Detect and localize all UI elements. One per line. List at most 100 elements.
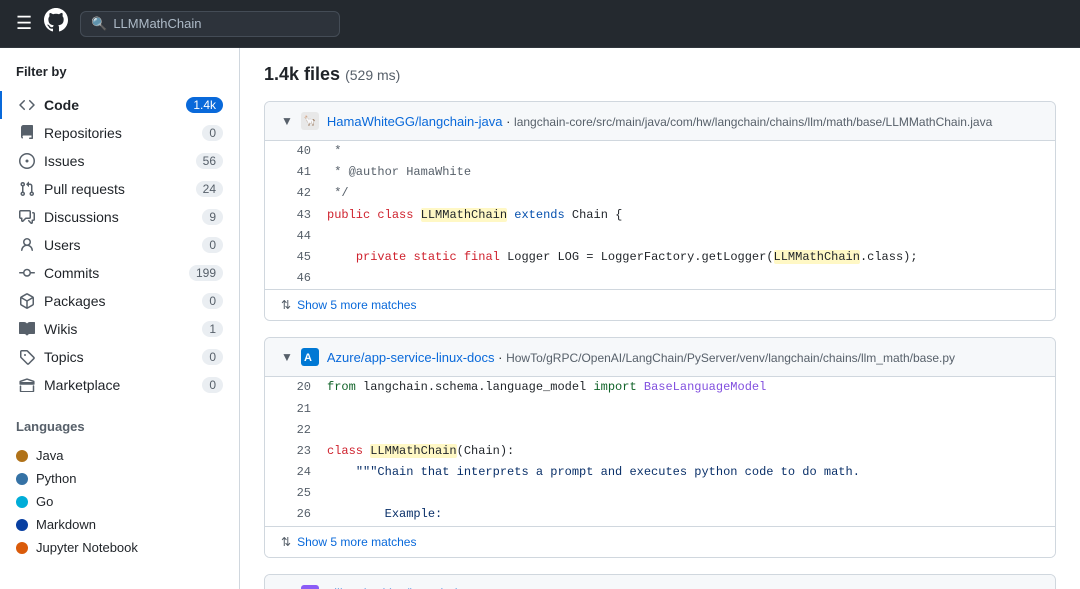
sidebar-item-code-count: 1.4k bbox=[186, 97, 223, 113]
repo-link-1[interactable]: HamaWhiteGG/langchain-java bbox=[327, 114, 503, 129]
code-icon bbox=[18, 97, 36, 113]
github-logo[interactable] bbox=[44, 8, 68, 39]
search-input[interactable] bbox=[113, 16, 329, 31]
results-header: 1.4k files (529 ms) bbox=[264, 64, 1056, 85]
repo-link-2[interactable]: Azure/app-service-linux-docs bbox=[327, 350, 495, 365]
show-more-1[interactable]: ⇅ Show 5 more matches bbox=[265, 289, 1055, 320]
result-card-2: ▼ A Azure/app-service-linux-docs · HowTo… bbox=[264, 337, 1056, 557]
sidebar-item-topics-label: Topics bbox=[44, 349, 194, 365]
code-line-2-24: 24 """Chain that interprets a prompt and… bbox=[265, 462, 1055, 483]
sidebar-item-commits-count: 199 bbox=[189, 265, 223, 281]
result-card-header-2: ▼ A Azure/app-service-linux-docs · HowTo… bbox=[265, 338, 1055, 377]
marketplace-icon bbox=[18, 377, 36, 393]
sidebar-item-issues[interactable]: Issues 56 bbox=[0, 147, 239, 175]
go-label: Go bbox=[36, 494, 53, 509]
svg-text:A: A bbox=[304, 352, 312, 364]
show-more-icon-2: ⇅ bbox=[281, 535, 291, 549]
sidebar-item-wikis-count: 1 bbox=[202, 321, 223, 337]
discussion-icon bbox=[18, 209, 36, 225]
sidebar-item-discussions[interactable]: Discussions 9 bbox=[0, 203, 239, 231]
languages-heading: Languages bbox=[16, 419, 223, 434]
sidebar-item-repositories-count: 0 bbox=[202, 125, 223, 141]
jupyter-label: Jupyter Notebook bbox=[36, 540, 138, 555]
repo-path-1: langchain-core/src/main/java/com/hw/lang… bbox=[514, 115, 992, 129]
filter-by-heading: Filter by bbox=[0, 64, 239, 91]
repo-avatar-3: 🧠 bbox=[301, 585, 319, 589]
sidebar-item-packages-count: 0 bbox=[202, 293, 223, 309]
collapse-chevron-1[interactable]: ▼ bbox=[281, 114, 293, 128]
topic-icon bbox=[18, 349, 36, 365]
show-more-icon-1: ⇅ bbox=[281, 298, 291, 312]
go-dot bbox=[16, 496, 28, 508]
sidebar-item-users[interactable]: Users 0 bbox=[0, 231, 239, 259]
python-dot bbox=[16, 473, 28, 485]
repo-separator-1: · bbox=[506, 114, 514, 129]
search-bar[interactable]: 🔍 bbox=[80, 11, 340, 37]
result-card-header-3: ▼ 🧠 allisonbraithw/langchaingo · chains/… bbox=[265, 575, 1055, 589]
sidebar-item-commits[interactable]: Commits 199 bbox=[0, 259, 239, 287]
sidebar-item-topics[interactable]: Topics 0 bbox=[0, 343, 239, 371]
java-dot bbox=[16, 450, 28, 462]
sidebar-item-code-label: Code bbox=[44, 97, 178, 113]
package-icon bbox=[18, 293, 36, 309]
sidebar-item-wikis[interactable]: Wikis 1 bbox=[0, 315, 239, 343]
code-line-2-21: 21 bbox=[265, 399, 1055, 420]
wiki-icon bbox=[18, 321, 36, 337]
sidebar-item-issues-count: 56 bbox=[196, 153, 223, 169]
sidebar-item-code[interactable]: Code 1.4k bbox=[0, 91, 239, 119]
code-line-1-41: 41 * @author HamaWhite bbox=[265, 162, 1055, 183]
sidebar-item-topics-count: 0 bbox=[202, 349, 223, 365]
search-icon: 🔍 bbox=[91, 16, 107, 32]
layout: Filter by Code 1.4k Repositories 0 Issue… bbox=[0, 48, 1080, 589]
sidebar-item-repositories[interactable]: Repositories 0 bbox=[0, 119, 239, 147]
show-more-label-2: Show 5 more matches bbox=[297, 535, 416, 549]
markdown-label: Markdown bbox=[36, 517, 96, 532]
commit-icon bbox=[18, 265, 36, 281]
show-more-2[interactable]: ⇅ Show 5 more matches bbox=[265, 526, 1055, 557]
code-line-1-40: 40 * bbox=[265, 141, 1055, 162]
sidebar-item-marketplace[interactable]: Marketplace 0 bbox=[0, 371, 239, 399]
hamburger-icon[interactable]: ☰ bbox=[16, 13, 32, 34]
top-nav: ☰ 🔍 bbox=[0, 0, 1080, 48]
repo-avatar-2: A bbox=[301, 348, 319, 366]
code-line-2-25: 25 bbox=[265, 483, 1055, 504]
sidebar-item-discussions-count: 9 bbox=[202, 209, 223, 225]
sidebar-item-discussions-label: Discussions bbox=[44, 209, 194, 225]
code-line-1-44: 44 bbox=[265, 226, 1055, 247]
sidebar-item-pull-requests[interactable]: Pull requests 24 bbox=[0, 175, 239, 203]
sidebar: Filter by Code 1.4k Repositories 0 Issue… bbox=[0, 48, 240, 589]
code-line-1-46: 46 bbox=[265, 268, 1055, 289]
code-block-1: 40 * 41 * @author HamaWhite 42 */ 43 pub… bbox=[265, 141, 1055, 289]
results-timing: (529 ms) bbox=[345, 67, 400, 83]
user-icon bbox=[18, 237, 36, 253]
lang-item-go[interactable]: Go bbox=[16, 490, 223, 513]
python-label: Python bbox=[36, 471, 76, 486]
sidebar-item-users-label: Users bbox=[44, 237, 194, 253]
show-more-label-1: Show 5 more matches bbox=[297, 298, 416, 312]
jupyter-dot bbox=[16, 542, 28, 554]
lang-item-jupyter[interactable]: Jupyter Notebook bbox=[16, 536, 223, 559]
sidebar-item-wikis-label: Wikis bbox=[44, 321, 194, 337]
sidebar-item-issues-label: Issues bbox=[44, 153, 188, 169]
sidebar-item-repositories-label: Repositories bbox=[44, 125, 194, 141]
code-line-1-45: 45 private static final Logger LOG = Log… bbox=[265, 247, 1055, 268]
sidebar-item-marketplace-count: 0 bbox=[202, 377, 223, 393]
lang-item-markdown[interactable]: Markdown bbox=[16, 513, 223, 536]
repo-name-1: HamaWhiteGG/langchain-java · langchain-c… bbox=[327, 114, 992, 129]
lang-item-python[interactable]: Python bbox=[16, 467, 223, 490]
sidebar-item-commits-label: Commits bbox=[44, 265, 181, 281]
repo-separator-2: · bbox=[498, 350, 506, 365]
repo-avatar-1: 🦙 bbox=[301, 112, 319, 130]
sidebar-item-pull-requests-count: 24 bbox=[196, 181, 223, 197]
result-card-header-1: ▼ 🦙 HamaWhiteGG/langchain-java · langcha… bbox=[265, 102, 1055, 141]
lang-item-java[interactable]: Java bbox=[16, 444, 223, 467]
code-block-2: 20 from langchain.schema.language_model … bbox=[265, 377, 1055, 525]
result-card-3: ▼ 🧠 allisonbraithw/langchaingo · chains/… bbox=[264, 574, 1056, 589]
sidebar-item-packages[interactable]: Packages 0 bbox=[0, 287, 239, 315]
repo-path-2: HowTo/gRPC/OpenAI/LangChain/PyServer/ven… bbox=[506, 351, 955, 365]
sidebar-item-marketplace-label: Marketplace bbox=[44, 377, 194, 393]
repo-name-2: Azure/app-service-linux-docs · HowTo/gRP… bbox=[327, 350, 955, 365]
code-line-1-43: 43 public class LLMMathChain extends Cha… bbox=[265, 205, 1055, 226]
collapse-chevron-2[interactable]: ▼ bbox=[281, 350, 293, 364]
code-line-2-23: 23 class LLMMathChain(Chain): bbox=[265, 441, 1055, 462]
